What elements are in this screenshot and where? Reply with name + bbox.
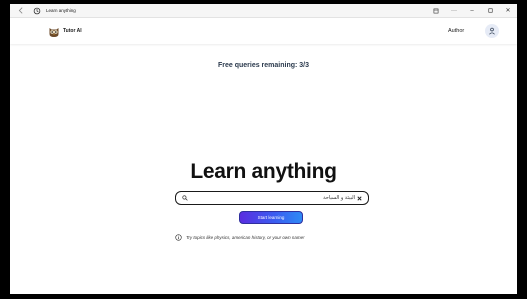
tip-row: Try topics like physics, american histor… bbox=[174, 233, 304, 242]
owl-logo-icon[interactable] bbox=[48, 25, 60, 37]
search-icon bbox=[181, 194, 189, 202]
queries-remaining-text: Free queries remaining: 3/3 bbox=[217, 62, 310, 69]
tip-text: Try topics like physics, american histor… bbox=[186, 235, 305, 240]
user-icon[interactable] bbox=[485, 24, 499, 38]
window-controls: ··· – ✕ bbox=[427, 4, 517, 17]
more-options-button[interactable]: ··· bbox=[445, 4, 463, 17]
brand-name[interactable]: Tutor AI bbox=[63, 28, 82, 34]
browser-window: Learn anything ··· – ✕ Tutor AI Author F… bbox=[10, 4, 517, 294]
info-icon bbox=[174, 234, 182, 242]
minimize-button[interactable]: – bbox=[463, 4, 481, 17]
author-link[interactable]: Author bbox=[448, 28, 464, 34]
window-icon[interactable] bbox=[427, 4, 445, 17]
start-learning-button[interactable]: Start learning bbox=[239, 211, 303, 224]
search-input[interactable] bbox=[189, 193, 355, 203]
arrow-left-icon[interactable] bbox=[16, 6, 26, 16]
browser-titlebar: Learn anything ··· – ✕ bbox=[10, 4, 517, 18]
close-icon[interactable] bbox=[355, 194, 363, 202]
page-title: Learn anything bbox=[190, 160, 337, 183]
maximize-button[interactable] bbox=[481, 4, 499, 17]
app-header: Tutor AI Author bbox=[10, 18, 517, 44]
tutor-favicon-icon bbox=[32, 6, 42, 16]
close-button[interactable]: ✕ bbox=[499, 4, 517, 17]
tab-title: Learn anything bbox=[46, 8, 76, 13]
search-bar[interactable] bbox=[175, 191, 369, 205]
